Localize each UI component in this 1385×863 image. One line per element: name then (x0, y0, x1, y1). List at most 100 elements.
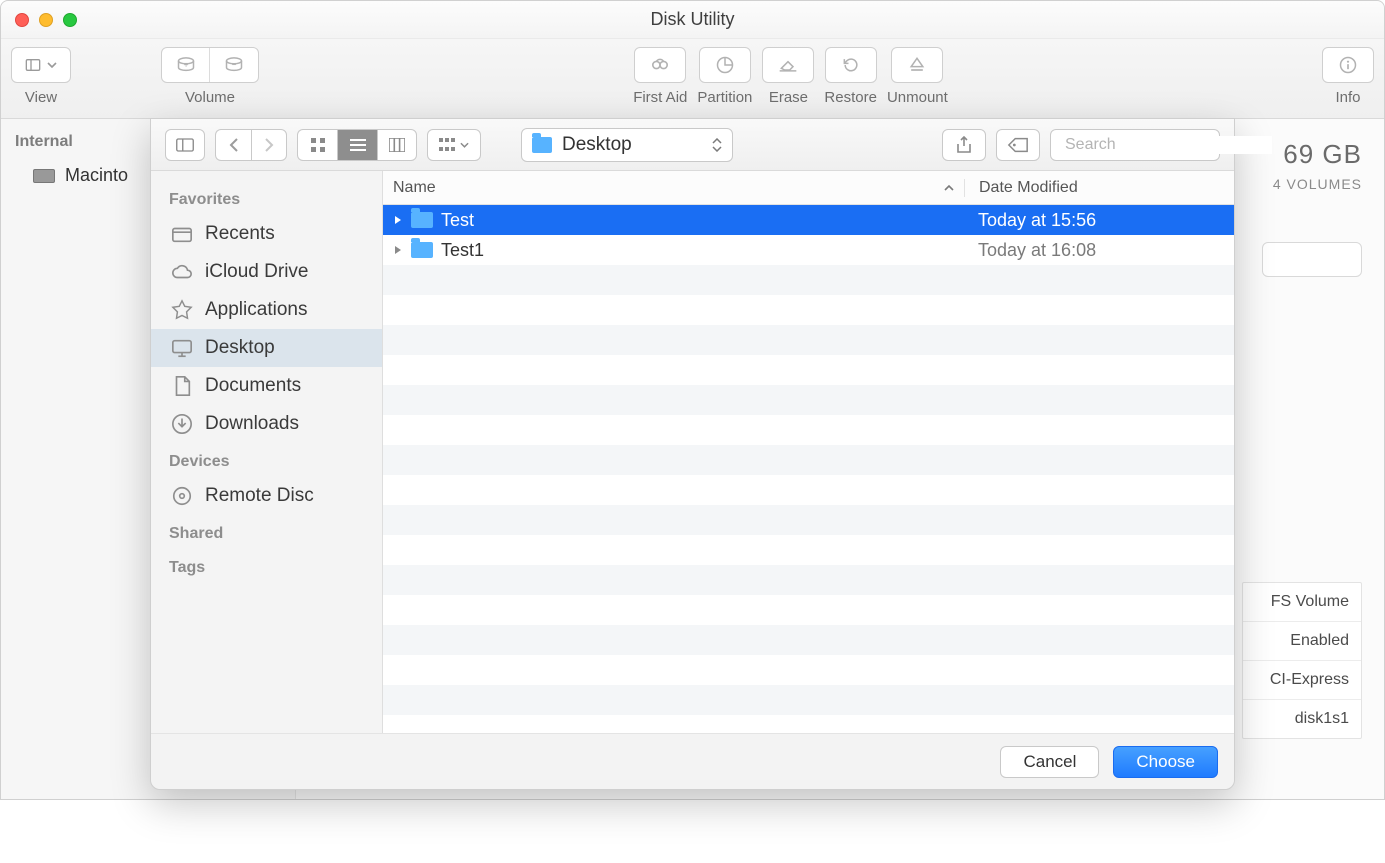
chevron-down-icon (460, 142, 469, 148)
tag-icon (1007, 137, 1029, 153)
partition-button[interactable] (699, 47, 751, 83)
list-header: Name Date Modified (383, 171, 1234, 205)
sidebar-item-icloud[interactable]: iCloud Drive (151, 253, 382, 291)
volume-plus-icon: + (176, 56, 196, 74)
disclosure-triangle-icon[interactable] (393, 215, 403, 225)
volume-button-group: + − (161, 47, 259, 83)
sidebar-item-downloads[interactable]: Downloads (151, 405, 382, 443)
hdd-icon (33, 169, 55, 183)
partition-icon (715, 55, 735, 75)
sheet-toolbar: Desktop (151, 119, 1234, 171)
unmount-button[interactable] (891, 47, 943, 83)
restore-label: Restore (824, 89, 877, 106)
downloads-icon (171, 413, 193, 435)
sidebar-item-recents[interactable]: Recents (151, 215, 382, 253)
disc-icon (171, 485, 193, 507)
sidebar-item-label: Remote Disc (205, 485, 314, 507)
sort-ascending-icon (944, 184, 954, 192)
info-icon (1338, 55, 1358, 75)
icon-view-button[interactable] (297, 129, 337, 161)
forward-button[interactable] (251, 129, 287, 161)
date-column-header[interactable]: Date Modified (964, 179, 1234, 197)
empty-row (383, 535, 1234, 565)
empty-row (383, 655, 1234, 685)
toggle-sidebar-button[interactable] (165, 129, 205, 161)
sidebar-item-remote-disc[interactable]: Remote Disc (151, 477, 382, 515)
location-popup[interactable]: Desktop (521, 128, 733, 162)
sidebar-volume-name: Macinto (65, 165, 128, 186)
cancel-button[interactable]: Cancel (1000, 746, 1099, 778)
share-icon (956, 136, 972, 154)
volume-size-block: 69 GB 4 VOLUMES (1273, 139, 1362, 192)
sidebar-item-label: Downloads (205, 413, 299, 435)
file-row[interactable]: TestToday at 15:56 (383, 205, 1234, 235)
chevron-left-icon (229, 138, 239, 152)
empty-row (383, 445, 1234, 475)
cloud-icon (171, 261, 193, 283)
detail-row: FS Volume (1243, 583, 1361, 622)
sidebar-item-label: Desktop (205, 337, 275, 359)
sidebar-icon (25, 57, 41, 73)
volume-count-label: 4 VOLUMES (1273, 176, 1362, 192)
file-date: Today at 15:56 (964, 210, 1234, 231)
empty-row (383, 415, 1234, 445)
unmount-label: Unmount (887, 89, 948, 106)
empty-row (383, 685, 1234, 715)
sidebar-item-documents[interactable]: Documents (151, 367, 382, 405)
file-row[interactable]: Test1Today at 16:08 (383, 235, 1234, 265)
first-aid-button[interactable] (634, 47, 686, 83)
empty-row (383, 385, 1234, 415)
file-date: Today at 16:08 (964, 240, 1234, 261)
search-field[interactable] (1050, 129, 1220, 161)
restore-icon (841, 55, 861, 75)
date-column-label: Date Modified (979, 179, 1078, 196)
recents-icon (171, 223, 193, 245)
sidebar-item-label: Documents (205, 375, 301, 397)
volume-add-button[interactable]: + (162, 48, 210, 82)
folder-icon (411, 242, 433, 258)
file-list-body: TestToday at 15:56Test1Today at 16:08 (383, 205, 1234, 733)
sheet-sidebar: Favorites Recents iCloud Drive Applicati… (151, 171, 383, 733)
empty-row (383, 505, 1234, 535)
empty-row (383, 625, 1234, 655)
list-view-button[interactable] (337, 129, 377, 161)
empty-row (383, 265, 1234, 295)
info-label: Info (1335, 89, 1360, 106)
info-button[interactable] (1322, 47, 1374, 83)
sidebar-item-applications[interactable]: Applications (151, 291, 382, 329)
empty-row (383, 595, 1234, 625)
volume-remove-button[interactable]: − (210, 48, 258, 82)
first-aid-label: First Aid (633, 89, 687, 106)
folder-icon (532, 137, 552, 153)
window-title: Disk Utility (1, 9, 1384, 30)
titlebar: Disk Utility (1, 1, 1384, 39)
disk-utility-toolbar: View + − Volume First Aid (1, 39, 1384, 119)
erase-button[interactable] (762, 47, 814, 83)
sidebar-item-desktop[interactable]: Desktop (151, 329, 382, 367)
sheet-footer: Cancel Choose (151, 733, 1234, 789)
column-view-button[interactable] (377, 129, 417, 161)
restore-button[interactable] (825, 47, 877, 83)
empty-row (383, 325, 1234, 355)
shared-label: Shared (151, 515, 382, 549)
group-by-button[interactable] (427, 129, 481, 161)
empty-row (383, 475, 1234, 505)
share-button[interactable] (942, 129, 986, 161)
name-column-header[interactable]: Name (383, 179, 964, 197)
list-view-icon (350, 138, 366, 152)
partition-label: Partition (697, 89, 752, 106)
svg-text:+: + (183, 60, 188, 70)
search-input[interactable] (1065, 136, 1272, 154)
sidebar-item-label: Applications (205, 299, 307, 321)
desktop-icon (171, 337, 193, 359)
detail-row: disk1s1 (1243, 700, 1361, 738)
back-button[interactable] (215, 129, 251, 161)
choose-button[interactable]: Choose (1113, 746, 1218, 778)
unmount-icon (907, 55, 927, 75)
tags-button[interactable] (996, 129, 1040, 161)
favorites-label: Favorites (151, 181, 382, 215)
icon-view-icon (310, 137, 326, 153)
applications-icon (171, 299, 193, 321)
view-button[interactable] (11, 47, 71, 83)
disclosure-triangle-icon[interactable] (393, 245, 403, 255)
